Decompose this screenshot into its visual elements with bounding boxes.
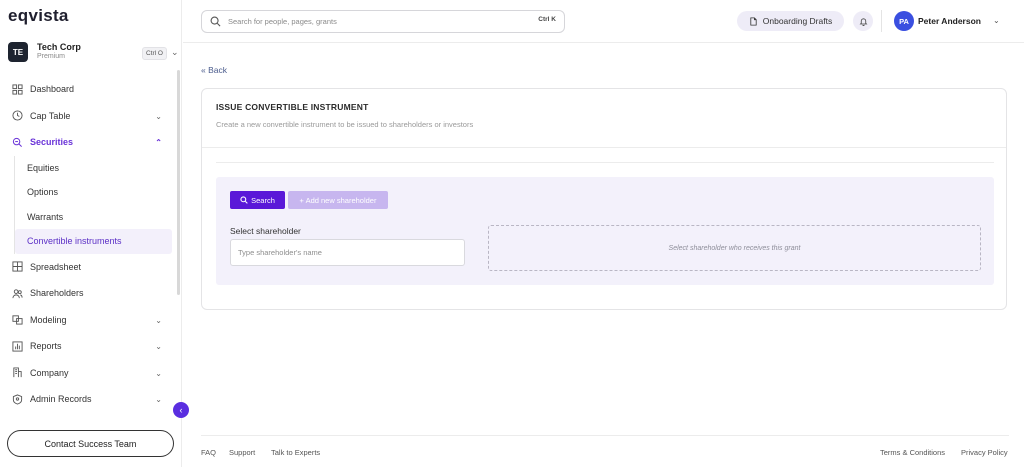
divider [216, 162, 994, 163]
back-link[interactable]: « Back [201, 65, 227, 75]
chevron-down-icon: ⌄ [155, 368, 162, 378]
sidebar-scrollbar[interactable] [177, 70, 180, 295]
footer-link-privacy[interactable]: Privacy Policy [961, 448, 1008, 457]
sidebar-item-label: Company [30, 367, 69, 378]
contact-success-team-button[interactable]: Contact Success Team [7, 430, 174, 457]
page-title: ISSUE CONVERTIBLE INSTRUMENT [216, 102, 369, 112]
subnav-item-equities[interactable]: Equities [15, 156, 178, 181]
document-icon [750, 16, 757, 26]
sidebar-item-spreadsheet[interactable]: Spreadsheet [0, 254, 178, 281]
dashboard-icon [12, 84, 23, 95]
search-button[interactable]: Search [230, 191, 285, 209]
search-shortcut: Ctrl K [538, 16, 556, 23]
grant-recipient-dropzone[interactable]: Select shareholder who receives this gra… [488, 225, 981, 271]
securities-icon [12, 137, 23, 148]
onboarding-drafts-label: Onboarding Drafts [762, 16, 833, 26]
bell-icon [859, 17, 867, 26]
users-icon [12, 288, 23, 299]
shield-icon [12, 394, 23, 405]
sidebar: eqvista TE Tech Corp Premium Ctrl O ⌄ Da… [0, 0, 182, 467]
select-shareholder-label: Select shareholder [230, 226, 301, 236]
shareholder-name-input[interactable] [230, 239, 465, 266]
modeling-icon [12, 314, 23, 325]
org-name: Tech Corp [37, 42, 81, 52]
shareholder-selection-panel: Search + Add new shareholder Select shar… [216, 177, 994, 285]
subnav-item-options[interactable]: Options [15, 180, 178, 205]
chevron-down-icon: ⌄ [155, 342, 162, 351]
footer-link-faq[interactable]: FAQ [201, 448, 216, 457]
footer-link-talk-to-experts[interactable]: Talk to Experts [271, 448, 320, 457]
sidebar-item-company[interactable]: Company ⌄ [0, 360, 178, 387]
collapse-sidebar-icon[interactable]: ‹ [173, 402, 189, 418]
chevron-down-icon[interactable]: ⌄ [993, 16, 1000, 25]
search-input[interactable] [228, 17, 518, 26]
company-icon [12, 367, 23, 378]
footer-link-support[interactable]: Support [229, 448, 255, 457]
securities-subnav: Equities Options Warrants Convertible in… [14, 155, 178, 254]
notifications-button[interactable] [853, 11, 873, 31]
org-switcher[interactable]: TE Tech Corp Premium Ctrl O ⌄ [8, 40, 179, 68]
search-button-label: Search [251, 195, 275, 205]
grid-icon [12, 261, 23, 272]
org-shortcut: Ctrl O [142, 47, 167, 60]
subnav-item-warrants[interactable]: Warrants [15, 205, 178, 230]
topbar: Ctrl K Onboarding Drafts PA Peter Anders… [183, 0, 1024, 43]
sidebar-item-label: Securities [30, 137, 74, 148]
sidebar-item-modeling[interactable]: Modeling ⌄ [0, 307, 178, 334]
sidebar-item-label: Spreadsheet [30, 261, 82, 272]
issue-convertible-card: ISSUE CONVERTIBLE INSTRUMENT Create a ne… [201, 88, 1007, 310]
search-icon [210, 16, 221, 27]
sidebar-item-shareholders[interactable]: Shareholders [0, 280, 178, 307]
sidebar-nav: Dashboard Cap Table ⌄ Securities ⌃ Equit… [0, 76, 178, 413]
sidebar-item-label: Shareholders [30, 288, 84, 299]
chevron-down-icon: ⌄ [155, 111, 162, 121]
user-avatar[interactable]: PA [894, 11, 914, 31]
sidebar-item-reports[interactable]: Reports ⌄ [0, 333, 178, 360]
divider [202, 147, 1006, 148]
footer-link-terms[interactable]: Terms & Conditions [880, 448, 945, 457]
search-icon [240, 196, 248, 204]
clock-icon [12, 110, 23, 121]
sidebar-item-label: Cap Table [30, 110, 71, 121]
chevron-up-icon: ⌃ [155, 138, 162, 147]
sidebar-item-label: Admin Records [30, 394, 92, 405]
sidebar-item-label: Dashboard [30, 84, 75, 95]
sidebar-item-label: Modeling [30, 314, 67, 325]
sidebar-item-cap-table[interactable]: Cap Table ⌄ [0, 103, 178, 130]
subnav-item-convertible-instruments[interactable]: Convertible instruments [15, 229, 172, 254]
chevron-down-icon[interactable]: ⌄ [171, 47, 179, 58]
chevron-down-icon: ⌄ [155, 315, 162, 325]
org-plan: Premium [37, 53, 66, 60]
global-search[interactable]: Ctrl K [201, 10, 565, 33]
user-name[interactable]: Peter Anderson [918, 16, 981, 26]
sidebar-item-label: Reports [30, 341, 62, 352]
footer: FAQ Support Talk to Experts Terms & Cond… [201, 435, 1009, 467]
org-avatar: TE [8, 42, 28, 62]
add-new-shareholder-button[interactable]: + Add new shareholder [288, 191, 388, 209]
chevron-down-icon: ⌄ [155, 395, 162, 404]
sidebar-item-admin-records[interactable]: Admin Records ⌄ [0, 386, 178, 413]
onboarding-drafts-button[interactable]: Onboarding Drafts [737, 11, 844, 31]
divider [881, 10, 882, 32]
page-subtitle: Create a new convertible instrument to b… [216, 120, 474, 129]
sidebar-item-dashboard[interactable]: Dashboard [0, 76, 178, 103]
sidebar-item-securities[interactable]: Securities ⌃ [0, 129, 178, 156]
reports-icon [12, 341, 23, 352]
app-logo[interactable]: eqvista [8, 6, 69, 26]
